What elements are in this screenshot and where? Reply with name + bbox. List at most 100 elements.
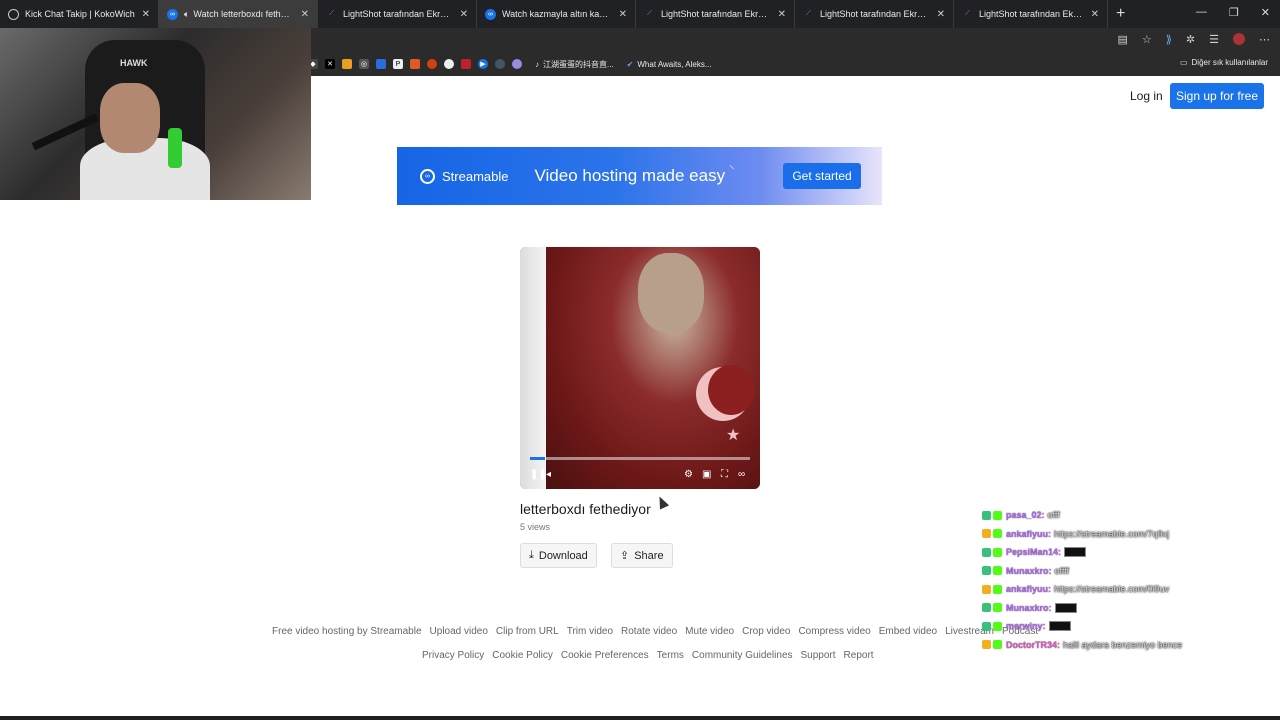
chat-username: DoctorTR34: bbox=[1006, 639, 1061, 650]
bookmark-icon[interactable] bbox=[410, 59, 420, 69]
bookmark-tiktok[interactable]: ♪ 江湖蛋蛋的抖音直... bbox=[535, 59, 614, 70]
video-progress-bar[interactable] bbox=[530, 457, 750, 460]
read-aloud-icon[interactable]: ⟫ bbox=[1166, 33, 1172, 46]
chat-text: https://streamable.com/7q9xj bbox=[1054, 528, 1170, 539]
download-button[interactable]: ⤓ Download bbox=[520, 543, 597, 568]
close-icon[interactable]: ✕ bbox=[142, 9, 150, 20]
settings-icon[interactable]: ⚙ bbox=[684, 469, 693, 480]
close-icon[interactable]: ✕ bbox=[937, 9, 945, 20]
bookmark-icon[interactable] bbox=[342, 59, 352, 69]
maximize-icon[interactable]: ❐ bbox=[1229, 6, 1239, 19]
check-icon: ✔ bbox=[626, 59, 634, 69]
close-icon[interactable]: ✕ bbox=[619, 9, 627, 20]
footer-link[interactable]: Privacy Policy bbox=[422, 650, 484, 661]
footer-link[interactable]: Embed video bbox=[879, 626, 937, 637]
tab-6[interactable]: ⟋LightShot tarafından Ekran Görüntü✕ bbox=[954, 0, 1108, 28]
other-favorites[interactable]: ▭ Diğer sık kullanılanlar bbox=[1180, 58, 1268, 67]
streamable-icon[interactable]: ∞ bbox=[738, 469, 745, 480]
footer-link[interactable]: Rotate video bbox=[621, 626, 677, 637]
globe-icon bbox=[8, 8, 19, 20]
tab-2[interactable]: ⟋LightShot tarafından Ekran Görüntü✕ bbox=[318, 0, 477, 28]
badge-icon bbox=[982, 510, 991, 520]
volume-icon[interactable]: ◂ bbox=[546, 469, 551, 480]
window-controls: — ❐ ✕ bbox=[1196, 6, 1270, 19]
favorite-star-icon[interactable]: ☆ bbox=[1142, 33, 1152, 46]
footer-link[interactable]: Free video hosting by Streamable bbox=[272, 626, 422, 637]
close-icon[interactable]: ✕ bbox=[778, 9, 786, 20]
bookmark-what-awaits[interactable]: ✔ What Awaits, Aleks... bbox=[627, 60, 712, 69]
footer-link[interactable]: Mute video bbox=[685, 626, 734, 637]
chat-username: ankafiyuu: bbox=[1006, 528, 1052, 539]
reader-icon[interactable]: ▤ bbox=[1118, 33, 1128, 46]
flag-star: ★ bbox=[726, 427, 741, 444]
tab-5[interactable]: ⟋LightShot tarafından Ekran Görüntü✕ bbox=[795, 0, 954, 28]
footer-link[interactable]: Clip from URL bbox=[496, 626, 559, 637]
streamer-head bbox=[100, 83, 160, 153]
footer-link[interactable]: Cookie Policy bbox=[492, 650, 553, 661]
footer-link[interactable]: Compress video bbox=[798, 626, 870, 637]
tab-bar: Kick Chat Takip | KokoWich ✕ ∞ 🔈︎ Watch let… bbox=[0, 0, 1280, 28]
tab-3[interactable]: ∞Watch kazmayla altın kazıp eritip g✕ bbox=[477, 0, 636, 28]
footer-link[interactable]: Community Guidelines bbox=[692, 650, 793, 661]
page-bottom-edge bbox=[0, 716, 1280, 720]
chat-text: offf bbox=[1047, 510, 1060, 521]
minimize-icon[interactable]: — bbox=[1196, 6, 1207, 19]
bookmark-icon[interactable] bbox=[461, 59, 471, 69]
video-controls: ❚❚ ◂ ⚙ ▣ ⛶ ∞ bbox=[530, 469, 750, 483]
speaker-icon[interactable]: 🔈︎ bbox=[184, 9, 189, 20]
video-frame: ★ bbox=[546, 247, 760, 489]
tab-1[interactable]: ∞ 🔈︎ Watch letterboxdı fethediyor ✕ bbox=[159, 0, 318, 28]
webcam-overlay: HAWK bbox=[0, 28, 311, 200]
bookmark-icon[interactable] bbox=[495, 59, 505, 69]
video-player[interactable]: ★ ❚❚ ◂ ⚙ ▣ ⛶ ∞ bbox=[520, 247, 760, 489]
chat-message: Munaxkro: bbox=[982, 599, 1278, 618]
extensions-icon[interactable]: ✲ bbox=[1186, 33, 1195, 46]
footer-link[interactable]: Report bbox=[844, 650, 874, 661]
sparkle-icon: ⸌ bbox=[729, 163, 735, 176]
view-count: 5 views bbox=[520, 522, 551, 532]
bookmark-icon[interactable] bbox=[427, 59, 437, 69]
chat-overlay: pasa_02: offf ankafiyuu: https://streamable… bbox=[982, 506, 1278, 654]
get-started-button[interactable]: Get started bbox=[783, 163, 861, 189]
close-window-icon[interactable]: ✕ bbox=[1261, 6, 1270, 19]
favorites-icon[interactable]: ☰ bbox=[1209, 33, 1219, 46]
bookmark-icon[interactable]: ▶ bbox=[478, 59, 488, 69]
footer-link[interactable]: Upload video bbox=[430, 626, 488, 637]
promo-banner[interactable]: ∞ Streamable Video hosting made easy ⸌ G… bbox=[397, 147, 882, 205]
footer-link[interactable]: Terms bbox=[657, 650, 684, 661]
emote-icon bbox=[1064, 547, 1087, 558]
kick-badge-icon bbox=[993, 621, 1002, 631]
kick-badge-icon bbox=[993, 640, 1002, 650]
bookmark-icon[interactable]: P bbox=[393, 59, 403, 69]
footer-link[interactable]: Cookie Preferences bbox=[561, 650, 649, 661]
toolbar-icons: ▤ ☆ ⟫ ✲ ☰ ⋯ bbox=[1118, 33, 1270, 46]
footer-link[interactable]: Support bbox=[801, 650, 836, 661]
badge-icon bbox=[982, 547, 991, 557]
bookmark-icon[interactable] bbox=[512, 59, 522, 69]
share-button[interactable]: ⇪ Share bbox=[611, 543, 673, 568]
person-face bbox=[638, 253, 704, 333]
bookmark-icon[interactable] bbox=[376, 59, 386, 69]
tab-4[interactable]: ⟋LightShot tarafından Ekran Görüntü✕ bbox=[636, 0, 795, 28]
more-icon[interactable]: ⋯ bbox=[1259, 33, 1270, 46]
feather-icon: ⟋ bbox=[806, 10, 811, 17]
close-icon[interactable]: ✕ bbox=[1091, 9, 1099, 20]
close-icon[interactable]: ✕ bbox=[460, 9, 468, 20]
pip-icon[interactable]: ▣ bbox=[702, 469, 711, 480]
footer-link[interactable]: Crop video bbox=[742, 626, 790, 637]
x-icon[interactable]: ✕ bbox=[325, 59, 335, 69]
bookmark-icon[interactable] bbox=[444, 59, 454, 69]
profile-avatar[interactable] bbox=[1233, 33, 1245, 45]
chat-username: Munaxkro: bbox=[1006, 602, 1052, 613]
signup-button[interactable]: Sign up for free bbox=[1170, 83, 1264, 109]
footer-link[interactable]: Trim video bbox=[567, 626, 613, 637]
close-icon[interactable]: ✕ bbox=[301, 9, 309, 20]
login-link[interactable]: Log in bbox=[1130, 89, 1163, 103]
video-frame-edge bbox=[520, 247, 546, 489]
tab-0[interactable]: Kick Chat Takip | KokoWich ✕ bbox=[0, 0, 159, 28]
pause-icon[interactable]: ❚❚ bbox=[530, 469, 547, 480]
chat-username: Munaxkro: bbox=[1006, 565, 1052, 576]
bookmark-icon[interactable]: ◎ bbox=[359, 59, 369, 69]
new-tab-button[interactable]: + bbox=[1116, 5, 1125, 23]
fullscreen-icon[interactable]: ⛶ bbox=[721, 469, 728, 480]
